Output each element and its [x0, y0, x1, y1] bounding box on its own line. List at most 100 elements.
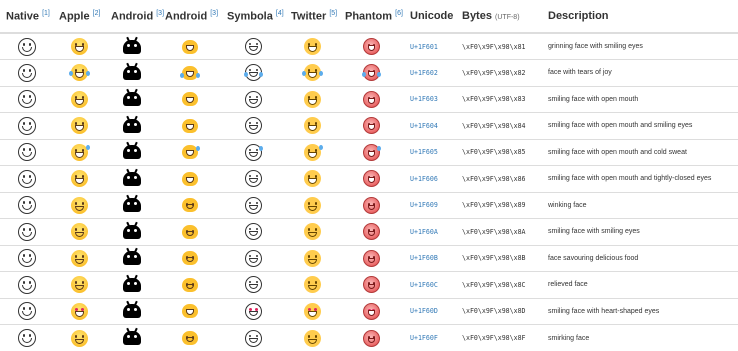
emoji-cell-native [0, 112, 53, 139]
emoji-cell-noto [159, 324, 221, 351]
twemoji-icon [303, 276, 321, 294]
unicode-codepoint-link[interactable]: U+1F60C [404, 271, 456, 298]
twemoji-icon [303, 117, 321, 135]
emoji-cell-symbola [221, 138, 285, 166]
unicode-codepoint-link[interactable]: U+1F60B [404, 244, 456, 272]
emoji-cell-noto [159, 297, 221, 325]
table-row: U+1F609 \xF0\x9F\x98\x89 winking face [0, 191, 738, 219]
column-header-native: Native [1] [0, 0, 53, 34]
emoji-cell-phantom [339, 271, 404, 298]
twemoji-icon [303, 223, 321, 241]
column-header-apple: Apple [2] [53, 0, 105, 34]
emoji-description: face with tears of joy [542, 59, 738, 86]
emoji-description: smiling face with open mouth and smiling… [542, 112, 738, 139]
android-blob-emoji-icon [182, 331, 198, 345]
footnote-link[interactable]: [4] [276, 10, 284, 17]
emoji-cell-native [0, 32, 53, 60]
column-header-label: Bytes [462, 10, 492, 22]
unicode-codepoint-link[interactable]: U+1F606 [404, 165, 456, 192]
phantom-emoji-icon [363, 196, 380, 214]
column-header-bytes: Bytes (UTF-8) [456, 0, 542, 34]
twemoji-icon [303, 90, 321, 108]
emoji-cell-twitter [285, 324, 339, 351]
apple-emoji-icon [70, 38, 88, 55]
android-blob-emoji-icon [182, 92, 198, 107]
emoji-cell-apple [53, 85, 105, 113]
utf8-bytes: \xF0\x9F\x98\x8D [456, 297, 542, 325]
android-blob-emoji-icon [182, 277, 198, 292]
apple-emoji-icon [70, 329, 88, 347]
emoji-cell-phantom [339, 85, 404, 113]
column-header-symbola: Symbola [4] [221, 0, 285, 34]
emoji-cell-phantom [339, 297, 404, 325]
emoji-cell-twitter [285, 59, 339, 86]
outline-smiley-icon [17, 329, 36, 347]
android-blob-emoji-icon [182, 224, 198, 239]
android-blob-emoji-icon [182, 145, 200, 160]
footnote-link[interactable]: [2] [93, 10, 101, 17]
android-blob-emoji-icon [182, 118, 198, 133]
emoji-cell-twitter [285, 297, 339, 325]
emoji-table: Native [1] Apple [2] Android [3] Android [3… [0, 0, 738, 351]
emoji-cell-apple [53, 244, 105, 272]
unicode-codepoint-link[interactable]: U+1F609 [404, 191, 456, 219]
phantom-emoji-icon [363, 223, 380, 241]
unicode-codepoint-link[interactable]: U+1F60F [404, 324, 456, 351]
symbola-outline-emoji-icon [244, 38, 262, 55]
table-row: U+1F603 \xF0\x9F\x98\x83 smiling face with… [0, 85, 738, 113]
emoji-cell-native [0, 85, 53, 113]
utf8-bytes: \xF0\x9F\x98\x85 [456, 138, 542, 166]
emoji-cell-native [0, 271, 53, 298]
footnote-link[interactable]: [6] [395, 10, 403, 17]
emoji-cell-apple [53, 138, 105, 166]
footnote-link[interactable]: [3] [210, 10, 218, 17]
apple-emoji-icon [70, 143, 90, 161]
unicode-codepoint-link[interactable]: U+1F60D [404, 297, 456, 325]
emoji-cell-phantom [339, 244, 404, 272]
symbola-outline-emoji-icon [244, 90, 262, 108]
emoji-cell-android [105, 59, 159, 86]
column-header-android: Android [3] [105, 0, 164, 34]
android-robot-emoji-icon [123, 168, 141, 186]
phantom-emoji-icon [363, 38, 380, 55]
twemoji-icon [303, 143, 323, 161]
unicode-codepoint-link[interactable]: U+1F60A [404, 218, 456, 245]
outline-smiley-icon [17, 116, 36, 135]
emoji-description: grinning face with smiling eyes [542, 32, 738, 60]
footnote-link[interactable]: [3] [156, 10, 164, 17]
apple-emoji-icon [70, 276, 88, 294]
unicode-codepoint-link[interactable]: U+1F602 [404, 59, 456, 86]
symbola-outline-emoji-icon [244, 249, 262, 267]
outline-smiley-icon [17, 143, 36, 162]
emoji-cell-twitter [285, 32, 339, 60]
footnote-link[interactable]: [5] [329, 10, 337, 17]
symbola-outline-emoji-icon [244, 223, 262, 241]
emoji-cell-symbola [221, 244, 285, 272]
emoji-cell-native [0, 324, 53, 351]
emoji-cell-native [0, 244, 53, 272]
unicode-codepoint-link[interactable]: U+1F601 [404, 32, 456, 60]
unicode-codepoint-link[interactable]: U+1F604 [404, 112, 456, 139]
emoji-cell-symbola [221, 32, 285, 60]
footnote-link[interactable]: [1] [42, 10, 50, 17]
emoji-description: smiling face with open mouth and cold sw… [542, 138, 738, 166]
android-robot-emoji-icon [123, 248, 141, 266]
outline-smiley-icon [17, 249, 36, 268]
android-robot-emoji-icon [123, 115, 141, 133]
column-header-label: Apple [59, 10, 90, 23]
symbola-outline-emoji-icon [244, 143, 263, 161]
emoji-cell-apple [53, 191, 105, 219]
emoji-cell-apple [53, 32, 105, 60]
outline-smiley-icon [17, 37, 36, 56]
twemoji-icon [303, 196, 321, 214]
unicode-codepoint-link[interactable]: U+1F603 [404, 85, 456, 113]
emoji-cell-apple [53, 324, 105, 351]
outline-smiley-icon [17, 90, 36, 109]
emoji-cell-android [105, 112, 159, 139]
outline-smiley-icon [17, 169, 36, 188]
encoding-note: (UTF-8) [495, 14, 520, 21]
apple-emoji-icon [70, 90, 88, 108]
unicode-codepoint-link[interactable]: U+1F605 [404, 138, 456, 166]
emoji-cell-phantom [339, 218, 404, 245]
emoji-cell-twitter [285, 85, 339, 113]
